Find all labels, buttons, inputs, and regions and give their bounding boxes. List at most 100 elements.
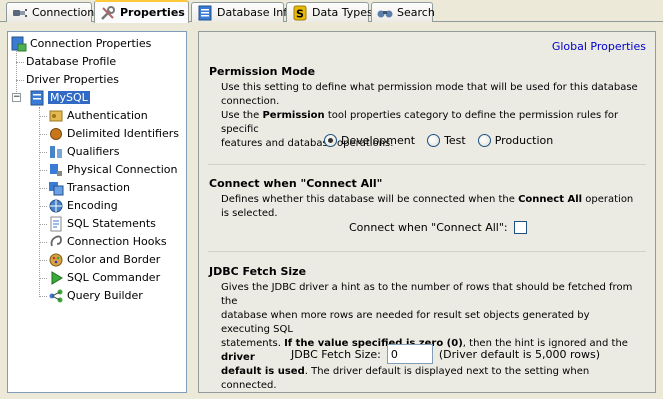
fetch-size-default-note: (Driver default is 5,000 rows) xyxy=(438,347,600,361)
desc-line: Use this setting to define what permissi… xyxy=(221,82,638,107)
authentication-icon xyxy=(48,108,64,124)
tree-item-label: Query Builder xyxy=(67,289,143,302)
radio-production[interactable]: Production xyxy=(477,134,554,147)
tree-item-authentication[interactable]: Authentication xyxy=(48,107,148,124)
desc-line: default is used. The driver default is d… xyxy=(221,366,590,391)
fetch-size-input[interactable] xyxy=(386,344,433,364)
properties-tree[interactable]: Connection Properties Database Profile D… xyxy=(7,31,187,393)
tree-connector xyxy=(16,48,17,96)
tree-connector xyxy=(39,134,47,135)
properties-content-panel: Global Properties Permission Mode Use th… xyxy=(198,31,656,393)
tree-item-label: Connection Hooks xyxy=(67,235,167,248)
tree-item-connection-hooks[interactable]: Connection Hooks xyxy=(48,233,167,250)
tab-connection[interactable]: Connection xyxy=(6,2,95,22)
tree-item-database-profile[interactable]: Database Profile xyxy=(26,53,116,70)
fetch-size-setting: JDBC Fetch Size: (Driver default is 5,00… xyxy=(291,344,600,364)
physical-connection-icon xyxy=(48,162,64,178)
database-icon xyxy=(29,90,45,106)
tree-item-label: Physical Connection xyxy=(67,163,178,176)
tree-connector xyxy=(39,224,47,225)
permission-mode-options: Development Test Production xyxy=(324,134,553,147)
sql-commander-icon xyxy=(48,270,64,286)
tree-item-label: Encoding xyxy=(67,199,118,212)
radio-label: Development xyxy=(341,134,416,147)
connect-all-label: Connect when "Connect All": xyxy=(349,221,508,234)
tab-database-info[interactable]: Database Info xyxy=(191,2,294,22)
tools-icon xyxy=(100,5,116,21)
desc-line: Gives the JDBC driver a hint as to the n… xyxy=(221,282,633,307)
tree-item-label: Database Profile xyxy=(26,55,117,68)
section-divider xyxy=(208,164,646,165)
tree-connector xyxy=(39,170,47,171)
tree-item-query-builder[interactable]: Query Builder xyxy=(48,287,143,304)
radio-button-selected[interactable] xyxy=(324,134,337,147)
tree-item-label: Transaction xyxy=(67,181,130,194)
delimited-identifiers-icon xyxy=(48,126,64,142)
tree-connector xyxy=(39,296,47,297)
tab-label: Database Info xyxy=(217,6,294,19)
connect-all-checkbox[interactable] xyxy=(513,221,527,234)
tab-label: Data Types xyxy=(312,6,373,19)
collapse-toggle[interactable]: − xyxy=(12,93,21,102)
tree-item-label: Connection Properties xyxy=(30,37,152,50)
query-builder-icon xyxy=(48,288,64,304)
tree-item-sql-commander[interactable]: SQL Commander xyxy=(48,269,160,286)
connection-hooks-icon xyxy=(48,234,64,250)
permission-mode-title: Permission Mode xyxy=(209,65,316,78)
tree-item-label: Qualifiers xyxy=(67,145,120,158)
tab-label: Connection xyxy=(32,6,95,19)
tree-item-driver-properties[interactable]: Driver Properties xyxy=(26,71,119,88)
tree-item-label: Authentication xyxy=(67,109,148,122)
tree-item-label: MySQL xyxy=(47,90,91,105)
transaction-icon xyxy=(48,180,64,196)
tab-properties[interactable]: Properties xyxy=(94,0,189,23)
tree-connector xyxy=(16,62,24,63)
connection-properties-icon xyxy=(11,36,27,52)
tree-item-encoding[interactable]: Encoding xyxy=(48,197,118,214)
plug-icon xyxy=(12,5,28,21)
connect-all-setting: Connect when "Connect All": xyxy=(349,221,527,234)
section-divider xyxy=(208,251,646,252)
tree-item-color-and-border[interactable]: Color and Border xyxy=(48,251,160,268)
tree-item-label: Delimited Identifiers xyxy=(67,127,179,140)
tree-item-label: Color and Border xyxy=(67,253,161,266)
tab-bar: Connection Properties Database Info S Da… xyxy=(0,0,663,23)
tree-item-label: SQL Statements xyxy=(67,217,156,230)
desc-line: Use the Permission tool properties categ… xyxy=(221,110,619,135)
qualifiers-icon xyxy=(48,144,64,160)
tree-connector xyxy=(39,152,47,153)
tree-item-label: Driver Properties xyxy=(26,73,119,86)
tree-connector xyxy=(39,260,47,261)
fetch-size-title: JDBC Fetch Size xyxy=(209,265,307,278)
tree-connector xyxy=(39,278,47,279)
tab-data-types[interactable]: S Data Types xyxy=(286,2,373,22)
tree-connector xyxy=(16,80,24,81)
database-info-icon xyxy=(197,5,213,21)
radio-button[interactable] xyxy=(477,134,491,147)
connect-all-title: Connect when "Connect All" xyxy=(209,177,383,190)
binoculars-icon xyxy=(377,5,393,21)
tree-item-physical-connection[interactable]: Physical Connection xyxy=(48,161,177,178)
tab-label: Properties xyxy=(120,6,185,19)
tree-root-connection-properties[interactable]: Connection Properties xyxy=(11,35,151,52)
tree-item-delimited-identifiers[interactable]: Delimited Identifiers xyxy=(48,125,179,142)
tree-item-qualifiers[interactable]: Qualifiers xyxy=(48,143,119,160)
radio-development[interactable]: Development xyxy=(324,134,415,147)
radio-label: Production xyxy=(494,134,554,147)
desc-line: database when more rows are needed for r… xyxy=(221,310,590,335)
tree-connector xyxy=(39,107,40,297)
color-border-icon xyxy=(48,252,64,268)
svg-text:S: S xyxy=(296,7,304,20)
radio-test[interactable]: Test xyxy=(427,134,466,147)
sql-statements-icon xyxy=(48,216,64,232)
tab-search[interactable]: Search xyxy=(371,2,435,22)
encoding-icon xyxy=(48,198,64,214)
radio-button[interactable] xyxy=(427,134,441,147)
fetch-size-label: JDBC Fetch Size: xyxy=(291,347,381,361)
global-properties-link[interactable]: Global Properties xyxy=(552,40,646,53)
tree-item-transaction[interactable]: Transaction xyxy=(48,179,130,196)
tree-connector xyxy=(39,206,47,207)
tree-item-sql-statements[interactable]: SQL Statements xyxy=(48,215,156,232)
tree-item-mysql[interactable]: MySQL xyxy=(29,89,91,106)
tab-label: Search xyxy=(397,6,435,19)
